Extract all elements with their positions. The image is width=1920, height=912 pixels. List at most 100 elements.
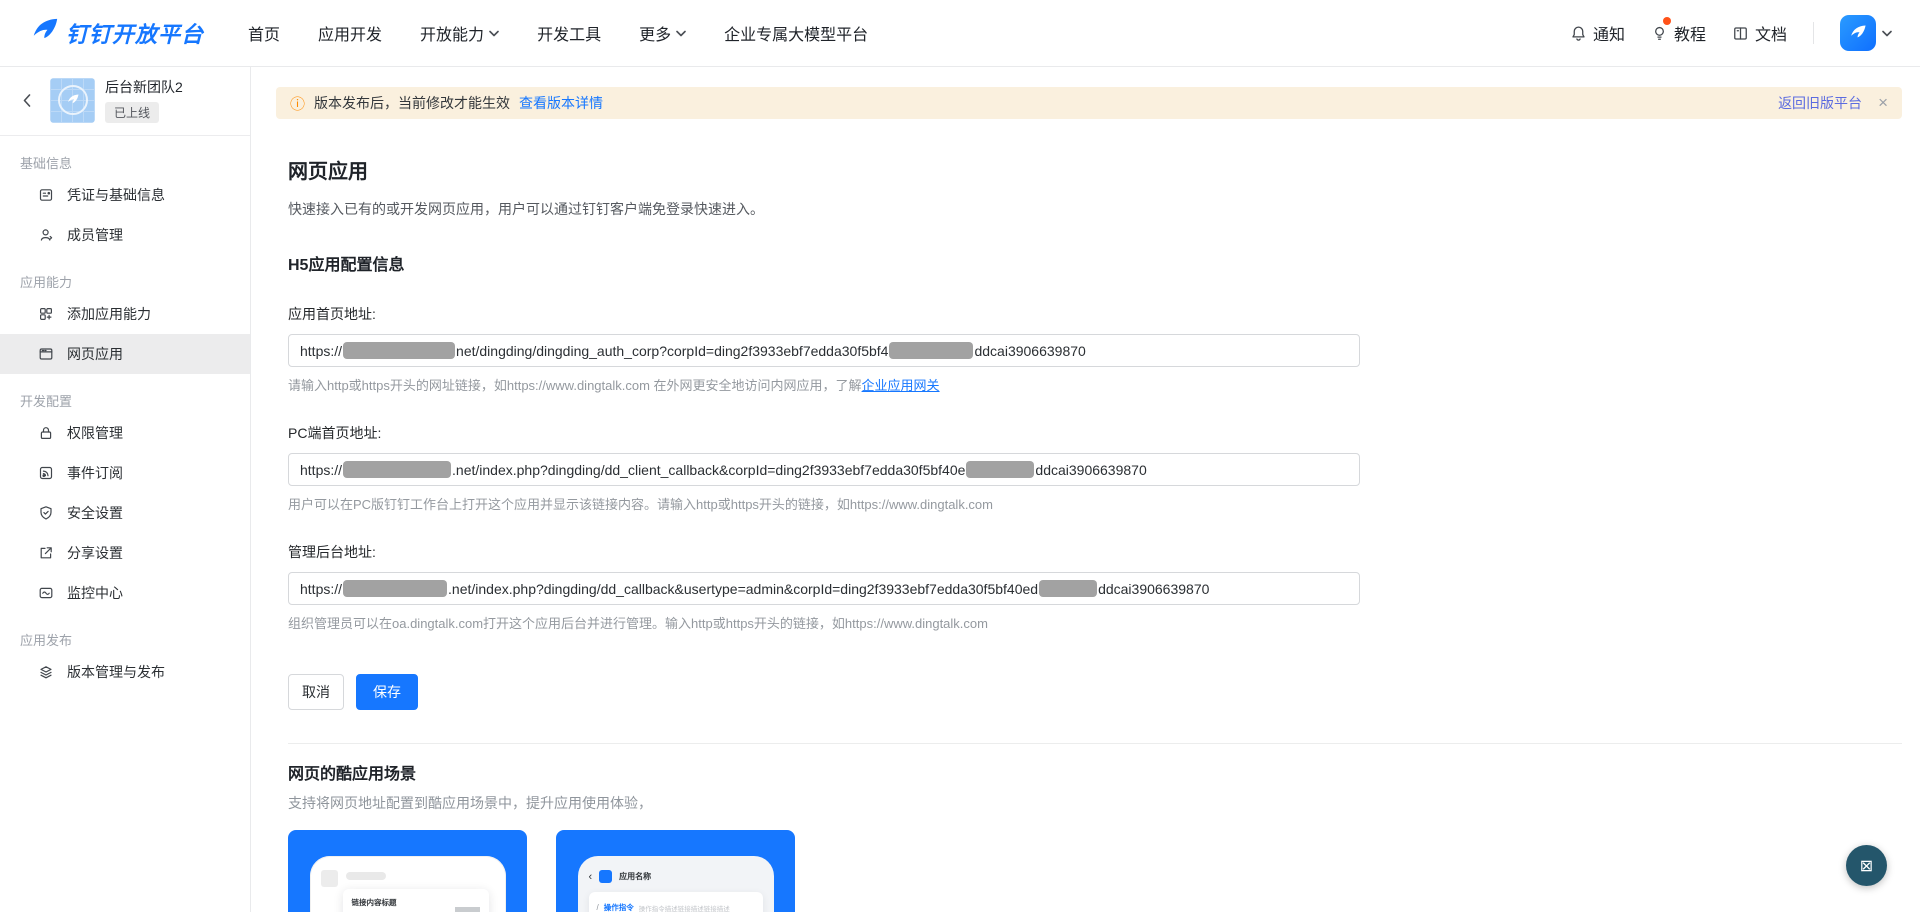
nav-item-open-capability[interactable]: 开放能力: [420, 21, 499, 45]
sidebar-section-dev-config: 开发配置: [0, 391, 250, 413]
app-gateway-link[interactable]: 企业应用网关: [862, 378, 940, 393]
phone-mockup-command: ‹ 应用名称 / 操作指令 操作指令描述链接描述链接描述 /: [578, 856, 774, 912]
main-menu: 首页 应用开发 开放能力 开发工具 更多 企业专属大模型平台: [248, 21, 868, 45]
mock-app-icon: [599, 870, 612, 883]
section-divider: [288, 743, 1902, 744]
chevron-down-icon: [489, 30, 499, 37]
sidebar-item-label: 成员管理: [67, 225, 123, 245]
browser-window-icon: [38, 346, 54, 362]
back-to-old-platform-link[interactable]: 返回旧版平台: [1778, 93, 1862, 113]
sidebar-section-capability: 应用能力: [0, 272, 250, 294]
nav-right-tools: 通知 教程 文档: [1570, 15, 1892, 51]
close-icon[interactable]: ×: [1878, 93, 1888, 113]
monitor-pulse-icon: [38, 585, 54, 601]
redacted-text: [966, 461, 1034, 478]
redacted-text: [1039, 580, 1097, 597]
sidebar-item-label: 监控中心: [67, 583, 123, 603]
sidebar-item-security[interactable]: 安全设置: [0, 493, 250, 533]
sidebar-item-label: 凭证与基础信息: [67, 185, 165, 205]
shield-check-icon: [38, 505, 54, 521]
scene-card-command[interactable]: ‹ 应用名称 / 操作指令 操作指令描述链接描述链接描述 /: [556, 830, 795, 912]
book-icon: [1732, 25, 1749, 42]
mock-thumbnail: [455, 907, 480, 912]
sidebar-item-share-settings[interactable]: 分享设置: [0, 533, 250, 573]
lightbulb-icon: [1651, 25, 1668, 42]
notification-button[interactable]: 通知: [1570, 21, 1625, 45]
nav-item-app-dev[interactable]: 应用开发: [318, 21, 382, 45]
divider: [1813, 22, 1814, 44]
tutorial-button[interactable]: 教程: [1651, 21, 1706, 45]
sidebar-item-event-subscription[interactable]: 事件订阅: [0, 453, 250, 493]
sidebar-section-basic-info: 基础信息: [0, 153, 250, 175]
id-card-icon: [38, 187, 54, 203]
dingtalk-wing-icon: [30, 16, 60, 51]
field-pc-homepage: PC端首页地址: https:// .net/index.php?dingdin…: [288, 423, 1902, 513]
save-button[interactable]: 保存: [356, 674, 418, 710]
banner-message: 版本发布后，当前修改才能生效: [314, 93, 510, 113]
scene-card-link[interactable]: 链接内容标题 链接内容摘要 link https://: [288, 830, 527, 912]
back-button[interactable]: [16, 89, 38, 111]
app-avatar: [50, 78, 95, 123]
field-label: 管理后台地址:: [288, 542, 1902, 562]
share-external-icon: [38, 545, 54, 561]
cancel-button[interactable]: 取消: [288, 674, 344, 710]
docs-button[interactable]: 文档: [1732, 21, 1787, 45]
page-description: 快速接入已有的或开发网页应用，用户可以通过钉钉客户端免登录快速进入。: [288, 199, 1902, 219]
member-icon: [38, 227, 54, 243]
top-navigation: 钉钉开放平台 首页 应用开发 开放能力 开发工具 更多 企业专属大模型平台 通知…: [0, 0, 1920, 67]
rss-icon: [38, 465, 54, 481]
nav-item-home[interactable]: 首页: [248, 21, 280, 45]
sidebar-item-permissions[interactable]: 权限管理: [0, 413, 250, 453]
view-version-link[interactable]: 查看版本详情: [519, 93, 603, 113]
mock-link-card: 链接内容标题 链接内容摘要 link: [343, 889, 489, 912]
main-content: ⓘ 版本发布后，当前修改才能生效 查看版本详情 返回旧版平台 × 网页应用 快速…: [251, 67, 1920, 912]
sidebar-item-label: 分享设置: [67, 543, 123, 563]
sidebar-item-add-capability[interactable]: 添加应用能力: [0, 294, 250, 334]
nav-item-more[interactable]: 更多: [639, 21, 686, 45]
grid-plus-icon: [38, 306, 54, 322]
cool-app-description: 支持将网页地址配置到酷应用场景中，提升应用使用体验，: [288, 793, 1902, 813]
redacted-text: [889, 342, 973, 359]
app-header: 后台新团队2 已上线: [0, 67, 250, 136]
app-name: 后台新团队2: [105, 77, 183, 97]
sidebar-item-version-release[interactable]: 版本管理与发布: [0, 652, 250, 692]
sidebar-item-members[interactable]: 成员管理: [0, 215, 250, 255]
sidebar-item-web-app[interactable]: 网页应用: [0, 334, 250, 374]
mock-avatar: [321, 870, 338, 887]
bell-icon: [1570, 25, 1587, 42]
version-banner: ⓘ 版本发布后，当前修改才能生效 查看版本详情 返回旧版平台 ×: [276, 87, 1902, 119]
field-help: 组织管理员可以在oa.dingtalk.com打开这个应用后台并进行管理。输入h…: [288, 613, 1902, 632]
avatar: [1840, 15, 1876, 51]
field-admin-backend: 管理后台地址: https:// .net/index.php?dingding…: [288, 542, 1902, 632]
sidebar-item-label: 添加应用能力: [67, 304, 151, 324]
field-label: 应用首页地址:: [288, 304, 1902, 324]
chevron-down-icon: [1882, 30, 1892, 37]
account-menu[interactable]: [1840, 15, 1892, 51]
sidebar-item-label: 事件订阅: [67, 463, 123, 483]
app-sidebar: 后台新团队2 已上线 基础信息 凭证与基础信息 成员管理 应用能力 添加应用能力…: [0, 67, 251, 912]
feedback-widget-button[interactable]: ⊠: [1846, 845, 1887, 886]
chevron-left-icon: [23, 94, 31, 107]
nav-item-dev-tools[interactable]: 开发工具: [537, 21, 601, 45]
logo-text: 钉钉开放平台: [66, 17, 204, 49]
mock-command-card: / 操作指令 操作指令描述链接描述链接描述 / 操作指令 操作指令描述链接描述链…: [589, 892, 763, 912]
sidebar-item-label: 安全设置: [67, 503, 123, 523]
cool-app-scene-cards: 链接内容标题 链接内容摘要 link https://: [288, 830, 1902, 912]
chevron-down-icon: [676, 30, 686, 37]
sidebar-item-monitor-center[interactable]: 监控中心: [0, 573, 250, 613]
admin-backend-url-input[interactable]: https:// .net/index.php?dingding/dd_call…: [288, 572, 1360, 605]
field-app-homepage: 应用首页地址: https:// net/dingding/dingding_a…: [288, 304, 1902, 394]
homepage-url-input[interactable]: https:// net/dingding/dingding_auth_corp…: [288, 334, 1360, 367]
field-label: PC端首页地址:: [288, 423, 1902, 443]
page-title: 网页应用: [288, 155, 1902, 184]
redacted-text: [343, 461, 451, 478]
nav-item-enterprise-llm[interactable]: 企业专属大模型平台: [724, 21, 868, 45]
cool-app-section-title: 网页的酷应用场景: [288, 760, 1902, 784]
mock-back-icon: ‹: [589, 871, 593, 883]
pc-homepage-url-input[interactable]: https:// .net/index.php?dingding/dd_clie…: [288, 453, 1360, 486]
redacted-text: [343, 342, 455, 359]
sidebar-item-credentials[interactable]: 凭证与基础信息: [0, 175, 250, 215]
mock-text-bar: [346, 872, 386, 880]
h5-config-section-title: H5应用配置信息: [288, 251, 1902, 275]
dingtalk-logo[interactable]: 钉钉开放平台: [30, 16, 204, 51]
